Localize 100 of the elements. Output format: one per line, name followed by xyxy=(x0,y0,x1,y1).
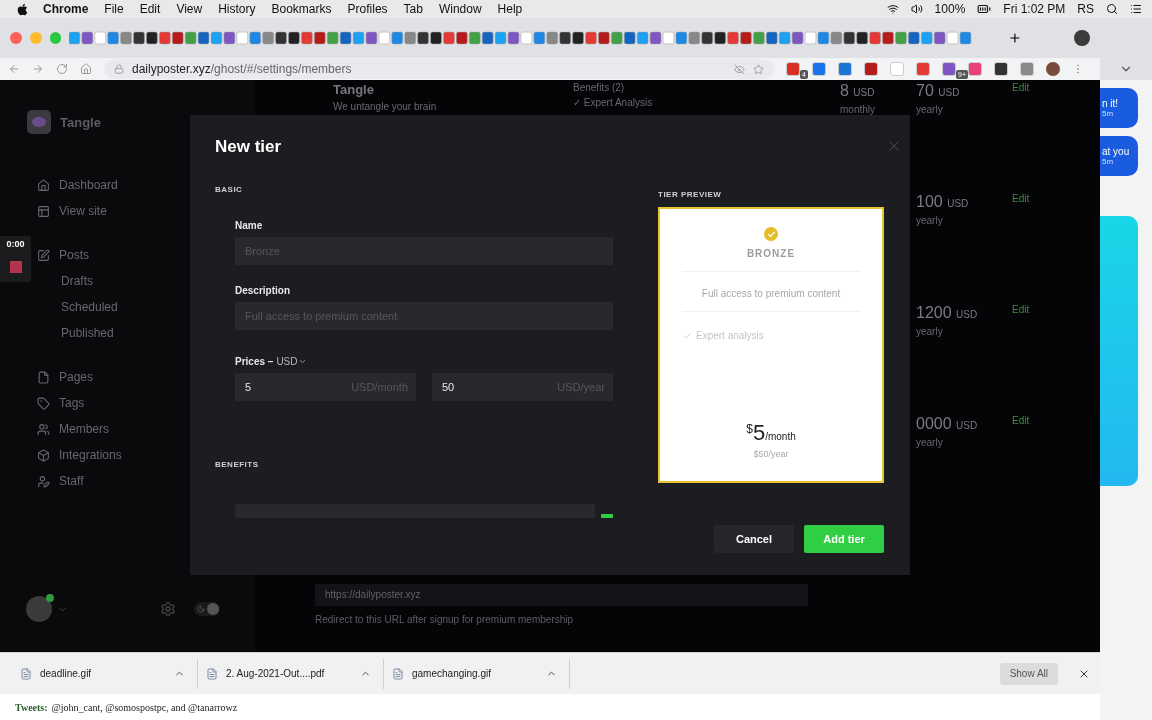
currency-dropdown[interactable]: USD xyxy=(276,356,307,367)
chat-bubble: n it! 5m xyxy=(1100,88,1138,128)
moon-icon xyxy=(197,605,205,613)
section-heading: TIER PREVIEW xyxy=(658,190,723,199)
profile-avatar[interactable] xyxy=(1074,30,1090,46)
list-icon[interactable] xyxy=(1130,3,1142,15)
dialog-title: New tier xyxy=(215,137,283,157)
show-all-button[interactable]: Show All xyxy=(999,662,1058,685)
menu-item[interactable]: Bookmarks xyxy=(271,2,332,16)
cancel-button[interactable]: Cancel xyxy=(714,525,794,553)
edit-link[interactable]: Edit xyxy=(1012,415,1092,426)
preview-yearly-price: $50/year xyxy=(753,449,789,459)
benefits-heading: Benefits (2) xyxy=(573,82,626,93)
price-period: yearly xyxy=(916,326,944,337)
back-icon[interactable] xyxy=(8,63,20,75)
preview-tier-name: BRONZE xyxy=(746,248,796,259)
lock-icon xyxy=(114,64,124,74)
file-name: 2. Aug-2021-Out....pdf xyxy=(226,668,326,679)
tier-price: 0000 USD xyxy=(916,415,979,433)
search-icon[interactable] xyxy=(1106,3,1118,15)
price-period: monthly xyxy=(840,104,876,115)
tier-price: 8 USD xyxy=(840,82,876,100)
menu-item[interactable]: Edit xyxy=(139,2,161,16)
price-period: yearly xyxy=(916,437,944,448)
check-icon xyxy=(682,330,692,341)
menu-item[interactable]: Profiles xyxy=(347,2,388,16)
user-avatar[interactable] xyxy=(26,596,52,622)
url-text: dailyposter.xyz/ghost/#/settings/members xyxy=(132,62,352,76)
tier-description: We untangle your brain xyxy=(333,101,438,112)
forward-icon[interactable] xyxy=(32,63,44,75)
nav-icon xyxy=(37,178,50,192)
nav-icon xyxy=(37,248,50,262)
download-item[interactable]: deadline.gif xyxy=(12,658,198,689)
volume-icon[interactable] xyxy=(910,3,923,15)
price-period: yearly xyxy=(916,104,944,115)
menu-item[interactable]: File xyxy=(104,2,124,16)
eye-off-icon[interactable] xyxy=(734,63,745,75)
menu-item[interactable]: Window xyxy=(438,2,482,16)
chevron-down-icon xyxy=(297,357,307,366)
tweets-text: @john_cant, @somospostpc, and @tanarrowz xyxy=(51,701,238,713)
file-icon xyxy=(20,667,32,680)
reload-icon[interactable] xyxy=(56,63,68,75)
nav-item[interactable]: Staff xyxy=(27,468,255,494)
wifi-icon[interactable] xyxy=(886,3,899,15)
settings-icon[interactable] xyxy=(160,601,176,617)
recording-timer: 0:00 xyxy=(5,238,26,251)
address-bar[interactable]: dailyposter.xyz/ghost/#/settings/members xyxy=(104,59,774,79)
menu-item[interactable]: View xyxy=(176,2,203,16)
file-name: deadline.gif xyxy=(40,668,93,679)
bookmark-star-icon[interactable] xyxy=(753,63,764,75)
download-item[interactable]: 2. Aug-2021-Out....pdf xyxy=(198,658,384,689)
site-name: Tangle xyxy=(60,114,101,130)
edit-link[interactable]: Edit xyxy=(1012,82,1092,93)
tier-price: 100 USD xyxy=(916,193,970,211)
close-window-button[interactable] xyxy=(10,32,22,44)
redirect-hint: Redirect to this URL after signup for premium membership xyxy=(315,614,575,625)
file-icon xyxy=(392,667,404,680)
benefit-text: ✓ Expert Analysis xyxy=(573,97,654,108)
nav-icon xyxy=(37,370,50,384)
field-label: Prices – xyxy=(235,356,274,367)
nav-icon xyxy=(37,448,50,462)
tweets-label: Tweets: xyxy=(15,701,48,713)
add-benefit-button[interactable] xyxy=(601,514,613,518)
profile-avatar[interactable] xyxy=(1046,62,1060,76)
menu-item[interactable]: Chrome xyxy=(43,2,89,16)
price-period: yearly xyxy=(916,215,944,226)
edit-link[interactable]: Edit xyxy=(1012,193,1092,204)
menu-item[interactable]: History xyxy=(218,2,256,16)
user-initials[interactable]: RS xyxy=(1077,2,1094,16)
extension-icon[interactable] xyxy=(994,62,1008,76)
preview-price: $5/month xyxy=(746,420,796,446)
nav-icon xyxy=(37,422,50,436)
extension-icon[interactable] xyxy=(864,62,878,76)
maximize-window-button[interactable] xyxy=(49,32,62,44)
file-icon xyxy=(206,667,218,680)
section-heading: BASIC xyxy=(215,185,244,194)
nav-icon xyxy=(37,204,50,218)
chat-bubble: at you 5m xyxy=(1100,136,1138,176)
nav-icon xyxy=(37,474,50,488)
nav-item[interactable]: Members xyxy=(27,416,255,442)
battery-percentage: 100% xyxy=(934,2,966,16)
field-label: Description xyxy=(235,285,291,296)
tier-price: 70 USD xyxy=(916,82,961,100)
nav-icon xyxy=(37,396,50,410)
menu-item[interactable]: Help xyxy=(497,2,523,16)
field-label: Name xyxy=(235,220,264,231)
check-icon xyxy=(764,227,778,241)
edit-link[interactable]: Edit xyxy=(1012,304,1092,315)
download-item[interactable]: gamechanging.gif xyxy=(384,658,570,689)
battery-icon[interactable] xyxy=(977,2,992,16)
dark-mode-toggle[interactable] xyxy=(194,602,220,616)
menu-clock: Fri 1:02 PM xyxy=(1003,2,1066,16)
preview-benefit: Expert analysis xyxy=(696,330,764,341)
file-name: gamechanging.gif xyxy=(412,668,492,679)
section-heading: BENEFITS xyxy=(215,460,259,469)
preview-description: Full access to premium content xyxy=(701,288,841,299)
apple-logo-icon[interactable] xyxy=(16,2,29,16)
menu-item[interactable]: Tab xyxy=(403,2,423,16)
tier-name: Tangle xyxy=(333,82,375,97)
home-icon[interactable] xyxy=(80,63,92,75)
